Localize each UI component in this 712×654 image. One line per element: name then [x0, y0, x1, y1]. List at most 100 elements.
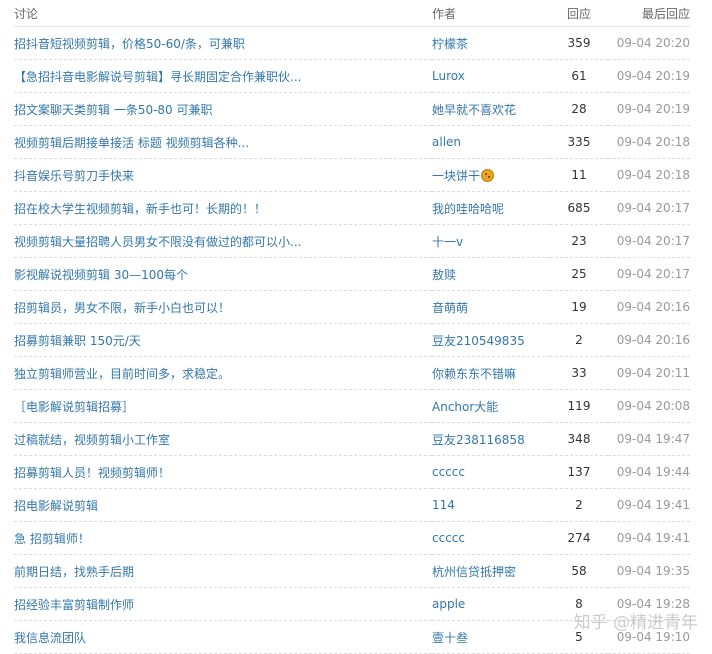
topic-row: 招募剪辑人员！视频剪辑师！ ccccc 137 09-04 19:44: [14, 455, 690, 489]
topic-title-link[interactable]: 招文案聊天类剪辑 一条50-80 可兼职: [14, 103, 213, 117]
last-reply-time: 09-04 20:18: [608, 125, 690, 159]
last-reply-time: 09-04 20:16: [608, 323, 690, 357]
topic-title-link[interactable]: 过稿就结，视频剪辑小工作室: [14, 433, 170, 447]
last-reply-time: 09-04 19:35: [608, 554, 690, 588]
author-cell: 音萌萌: [432, 290, 550, 324]
topic-title-link[interactable]: 招抖音短视频剪辑，价格50-60/条，可兼职: [14, 37, 245, 51]
author-link[interactable]: 豆友238116858: [432, 433, 525, 447]
topic-title-link[interactable]: 急 招剪辑师！: [14, 532, 90, 546]
author-cell: 豆友238116858: [432, 422, 550, 456]
header-author: 作者: [432, 0, 550, 27]
author-link[interactable]: ccccc: [432, 531, 465, 545]
author-link[interactable]: 音萌萌: [432, 301, 468, 315]
topic-title-link[interactable]: 视频剪辑后期接单接活 标题 视频剪辑各种...: [14, 136, 249, 150]
reply-count: 23: [550, 224, 608, 258]
author-cell: 豆友210549835: [432, 323, 550, 357]
author-link[interactable]: 我的哇哈哈呢: [432, 202, 504, 216]
topic-row: 招剪辑员，男女不限，新手小白也可以！ 音萌萌 19 09-04 20:16: [14, 290, 690, 324]
topic-row: 视频剪辑大量招聘人员男女不限没有做过的都可以小... 十一v 23 09-04 20:…: [14, 224, 690, 258]
topic-title-link[interactable]: 我信息流团队: [14, 631, 86, 645]
reply-count: 137: [550, 455, 608, 489]
reply-count: 25: [550, 257, 608, 291]
author-link[interactable]: apple: [432, 597, 465, 611]
author-link[interactable]: 一块饼干: [432, 169, 480, 183]
author-link[interactable]: 十一v: [432, 235, 463, 249]
reply-count: 19: [550, 290, 608, 324]
author-cell: ccccc: [432, 455, 550, 489]
last-reply-time: 09-04 20:19: [608, 59, 690, 93]
reply-count: 685: [550, 191, 608, 225]
reply-count: 11: [550, 158, 608, 192]
author-link[interactable]: Lurox: [432, 69, 465, 83]
author-cell: 十一v: [432, 224, 550, 258]
topic-title-link[interactable]: 招在校大学生视频剪辑，新手也可！长期的！！: [14, 202, 266, 216]
author-link[interactable]: 她早就不喜欢花: [432, 103, 516, 117]
zhihu-watermark: 知乎 @精进青年: [573, 613, 698, 633]
author-link[interactable]: ccccc: [432, 465, 465, 479]
table-header-row: 讨论 作者 回应 最后回应: [14, 0, 690, 27]
header-replies: 回应: [550, 0, 608, 27]
topic-title-link[interactable]: 招募剪辑兼职 150元/天: [14, 334, 141, 348]
topic-title-link[interactable]: 独立剪辑师营业，目前时间多，求稳定。: [14, 367, 230, 381]
last-reply-time: 09-04 20:11: [608, 356, 690, 390]
topic-row: 【急招抖音电影解说号剪辑】寻长期固定合作兼职伙... Lurox 61 09-04 2…: [14, 59, 690, 93]
author-cell: ccccc: [432, 521, 550, 555]
author-link[interactable]: Anchor大能: [432, 400, 498, 414]
topic-title-link[interactable]: 抖音娱乐号剪刀手快来: [14, 169, 134, 183]
topic-title-cell: 视频剪辑后期接单接活 标题 视频剪辑各种...: [14, 125, 432, 159]
author-link[interactable]: 杭州信贷抵押密: [432, 565, 516, 579]
topic-title-cell: 招经验丰富剪辑制作师: [14, 587, 432, 621]
topic-title-cell: 招文案聊天类剪辑 一条50-80 可兼职: [14, 92, 432, 126]
topic-title-link[interactable]: 招募剪辑人员！视频剪辑师！: [14, 466, 170, 480]
topic-row: 招抖音短视频剪辑，价格50-60/条，可兼职 柠檬茶 359 09-04 20:20: [14, 26, 690, 60]
topic-title-link[interactable]: 影视解说视频剪辑 30—100每个: [14, 268, 188, 282]
last-reply-time: 09-04 20:17: [608, 224, 690, 258]
last-reply-time: 09-04 20:20: [608, 26, 690, 60]
topic-table: 讨论 作者 回应 最后回应 招抖音短视频剪辑，价格50-60/条，可兼职 柠檬茶 3…: [14, 0, 690, 654]
topic-title-link[interactable]: 前期日结，找熟手后期: [14, 565, 134, 579]
author-link[interactable]: allen: [432, 135, 461, 149]
header-last-reply: 最后回应: [608, 0, 690, 27]
topic-row: 急 招剪辑师！ ccccc 274 09-04 19:41: [14, 521, 690, 555]
last-reply-time: 09-04 19:47: [608, 422, 690, 456]
topic-row: 过稿就结，视频剪辑小工作室 豆友238116858 348 09-04 19:47: [14, 422, 690, 456]
topic-title-cell: ［电影解说剪辑招募］: [14, 389, 432, 423]
topic-title-cell: 招剪辑员，男女不限，新手小白也可以！: [14, 290, 432, 324]
reply-count: 2: [550, 488, 608, 522]
topic-title-cell: 急 招剪辑师！: [14, 521, 432, 555]
author-cell: 你赖东东不错嘛: [432, 356, 550, 390]
author-link[interactable]: 壹十叁: [432, 631, 468, 645]
reply-count: 119: [550, 389, 608, 423]
topic-row: ［电影解说剪辑招募］ Anchor大能 119 09-04 20:08: [14, 389, 690, 423]
topic-row: 招募剪辑兼职 150元/天 豆友210549835 2 09-04 20:16: [14, 323, 690, 357]
topic-title-cell: 前期日结，找熟手后期: [14, 554, 432, 588]
author-link[interactable]: 敖赎: [432, 268, 456, 282]
topic-title-cell: 过稿就结，视频剪辑小工作室: [14, 422, 432, 456]
topic-row: 影视解说视频剪辑 30—100每个 敖赎 25 09-04 20:17: [14, 257, 690, 291]
topic-row: 视频剪辑后期接单接活 标题 视频剪辑各种... allen 335 09-04 20:…: [14, 125, 690, 159]
author-link[interactable]: 你赖东东不错嘛: [432, 367, 516, 381]
topic-title-link[interactable]: 视频剪辑大量招聘人员男女不限没有做过的都可以小...: [14, 235, 301, 249]
topic-title-link[interactable]: ［电影解说剪辑招募］: [14, 400, 134, 414]
topic-row: 招在校大学生视频剪辑，新手也可！长期的！！ 我的哇哈哈呢 685 09-04 20:1…: [14, 191, 690, 225]
author-link[interactable]: 柠檬茶: [432, 37, 468, 51]
last-reply-time: 09-04 20:16: [608, 290, 690, 324]
last-reply-time: 09-04 19:44: [608, 455, 690, 489]
topic-row: 招电影解说剪辑 114 2 09-04 19:41: [14, 488, 690, 522]
author-cell: 我的哇哈哈呢: [432, 191, 550, 225]
topic-title-cell: 【急招抖音电影解说号剪辑】寻长期固定合作兼职伙...: [14, 59, 432, 93]
topic-title-cell: 招募剪辑人员！视频剪辑师！: [14, 455, 432, 489]
topic-title-cell: 视频剪辑大量招聘人员男女不限没有做过的都可以小...: [14, 224, 432, 258]
reply-count: 2: [550, 323, 608, 357]
author-link[interactable]: 豆友210549835: [432, 334, 525, 348]
author-link[interactable]: 114: [432, 498, 455, 512]
last-reply-time: 09-04 19:41: [608, 521, 690, 555]
topic-title-link[interactable]: 【急招抖音电影解说号剪辑】寻长期固定合作兼职伙...: [14, 70, 301, 84]
author-cell: 一块饼干: [432, 158, 550, 192]
topic-row: 抖音娱乐号剪刀手快来 一块饼干 11 09-04 20:18: [14, 158, 690, 192]
topic-title-cell: 招募剪辑兼职 150元/天: [14, 323, 432, 357]
topic-title-link[interactable]: 招剪辑员，男女不限，新手小白也可以！: [14, 301, 230, 315]
topic-title-link[interactable]: 招经验丰富剪辑制作师: [14, 598, 134, 612]
topic-title-link[interactable]: 招电影解说剪辑: [14, 499, 98, 513]
topic-title-cell: 我信息流团队: [14, 620, 432, 654]
